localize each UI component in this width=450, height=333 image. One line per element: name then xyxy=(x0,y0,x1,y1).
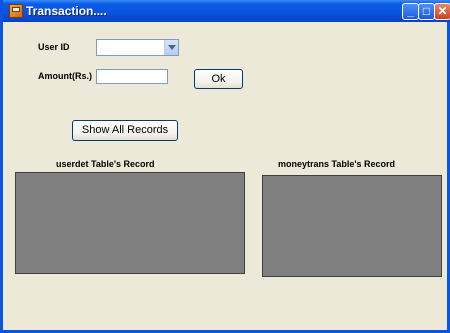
user-id-label: User ID xyxy=(38,42,70,52)
user-id-combobox[interactable] xyxy=(96,39,179,56)
show-all-records-button[interactable]: Show All Records xyxy=(72,120,178,141)
minimize-button[interactable]: _ xyxy=(402,3,419,20)
amount-input[interactable] xyxy=(96,69,168,84)
app-icon[interactable] xyxy=(9,4,23,18)
maximize-button[interactable]: □ xyxy=(418,3,435,20)
title-bar[interactable]: Transaction.... _ □ ✕ xyxy=(3,0,450,22)
close-button[interactable]: ✕ xyxy=(434,3,450,20)
moneytrans-grid-header: moneytrans Table's Record xyxy=(278,159,396,169)
chevron-down-icon[interactable] xyxy=(164,40,178,55)
transaction-window: Transaction.... _ □ ✕ User ID Amount(Rs.… xyxy=(0,0,450,333)
window-title: Transaction.... xyxy=(26,4,107,18)
userdet-data-grid[interactable] xyxy=(15,172,245,274)
amount-label: Amount(Rs.) xyxy=(38,71,92,81)
userdet-grid-header: userdet Table's Record xyxy=(56,159,155,169)
moneytrans-data-grid[interactable] xyxy=(262,175,442,277)
ok-button[interactable]: Ok xyxy=(194,69,243,89)
